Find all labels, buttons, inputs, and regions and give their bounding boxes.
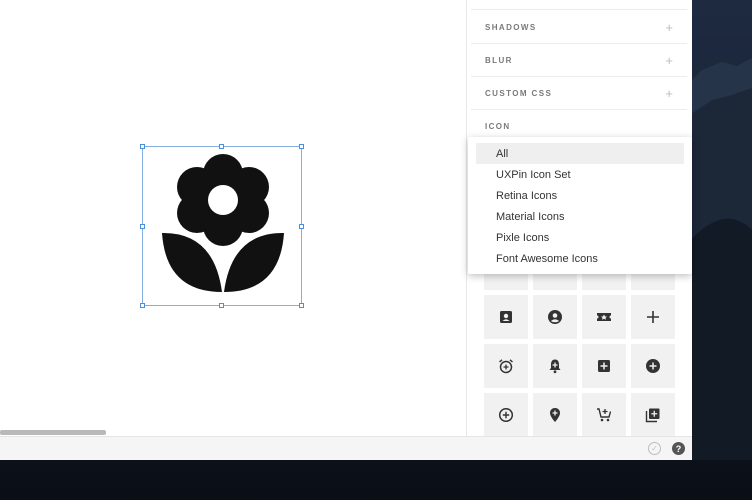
icon-tile[interactable]: [631, 344, 675, 388]
dropdown-option-font-awesome-icons[interactable]: Font Awesome Icons: [476, 248, 684, 269]
resize-handle-top-right[interactable]: [299, 144, 304, 149]
icon-tile[interactable]: [631, 393, 675, 436]
icon-tile[interactable]: [533, 344, 577, 388]
resize-handle-bottom-left[interactable]: [140, 303, 145, 308]
dropdown-option-uxpin-icon-set[interactable]: UXPin Icon Set: [476, 164, 684, 185]
icon-tile[interactable]: [484, 344, 528, 388]
add-to-library-icon: [645, 408, 660, 422]
add-box-icon: [598, 360, 610, 372]
section-custom-css[interactable]: CUSTOM CSS +: [471, 77, 687, 110]
add-circle-outline-icon: [498, 407, 514, 422]
dropdown-option-retina-icons[interactable]: Retina Icons: [476, 185, 684, 206]
status-bar: [0, 436, 692, 460]
section-blur[interactable]: BLUR +: [471, 44, 687, 77]
section-label: CUSTOM CSS: [485, 88, 553, 98]
add-location-icon: [550, 407, 560, 422]
resize-handle-right[interactable]: [299, 224, 304, 229]
panel-divider: [471, 0, 687, 10]
icon-tile[interactable]: [484, 295, 528, 339]
icon-tile[interactable]: [484, 393, 528, 436]
icon-tile[interactable]: [582, 295, 626, 339]
icon-tile[interactable]: [582, 393, 626, 436]
add-blur-button[interactable]: +: [665, 54, 673, 67]
horizontal-scrollbar[interactable]: [0, 430, 106, 435]
section-label: BLUR: [485, 55, 513, 65]
ticket-icon: [597, 313, 611, 321]
flower-icon[interactable]: [162, 152, 284, 294]
mountain-wallpaper: [682, 58, 752, 460]
section-shadows[interactable]: SHADOWS +: [471, 11, 687, 44]
dropdown-option-all[interactable]: All: [476, 143, 684, 164]
section-label: ICON: [485, 122, 511, 131]
add-circle-icon: [646, 359, 660, 373]
check-circle-icon[interactable]: ✓: [648, 442, 661, 455]
add-shopping-cart-icon: [597, 407, 612, 421]
resize-handle-bottom-right[interactable]: [299, 303, 304, 308]
dropdown-option-pixle-icons[interactable]: Pixle Icons: [476, 227, 684, 248]
contact-card-icon: [500, 311, 512, 323]
dropdown-option-material-icons[interactable]: Material Icons: [476, 206, 684, 227]
resize-handle-top-left[interactable]: [140, 144, 145, 149]
resize-handle-top[interactable]: [219, 144, 224, 149]
icon-tile[interactable]: [533, 393, 577, 436]
icon-tile[interactable]: [533, 295, 577, 339]
icon-tile[interactable]: [582, 344, 626, 388]
app-window: SHADOWS + BLUR + CUSTOM CSS + ICON All U…: [0, 0, 692, 460]
plus-icon: [647, 311, 659, 323]
icon-tile[interactable]: [631, 295, 675, 339]
add-alarm-icon: [499, 359, 513, 374]
add-alert-icon: [549, 359, 561, 374]
add-shadow-button[interactable]: +: [665, 21, 673, 34]
help-icon[interactable]: ?: [672, 442, 685, 455]
add-custom-css-button[interactable]: +: [665, 87, 673, 100]
resize-handle-left[interactable]: [140, 224, 145, 229]
account-circle-icon: [548, 310, 562, 324]
resize-handle-bottom[interactable]: [219, 303, 224, 308]
icon-set-dropdown: All UXPin Icon Set Retina Icons Material…: [468, 137, 692, 274]
section-label: SHADOWS: [485, 22, 537, 32]
